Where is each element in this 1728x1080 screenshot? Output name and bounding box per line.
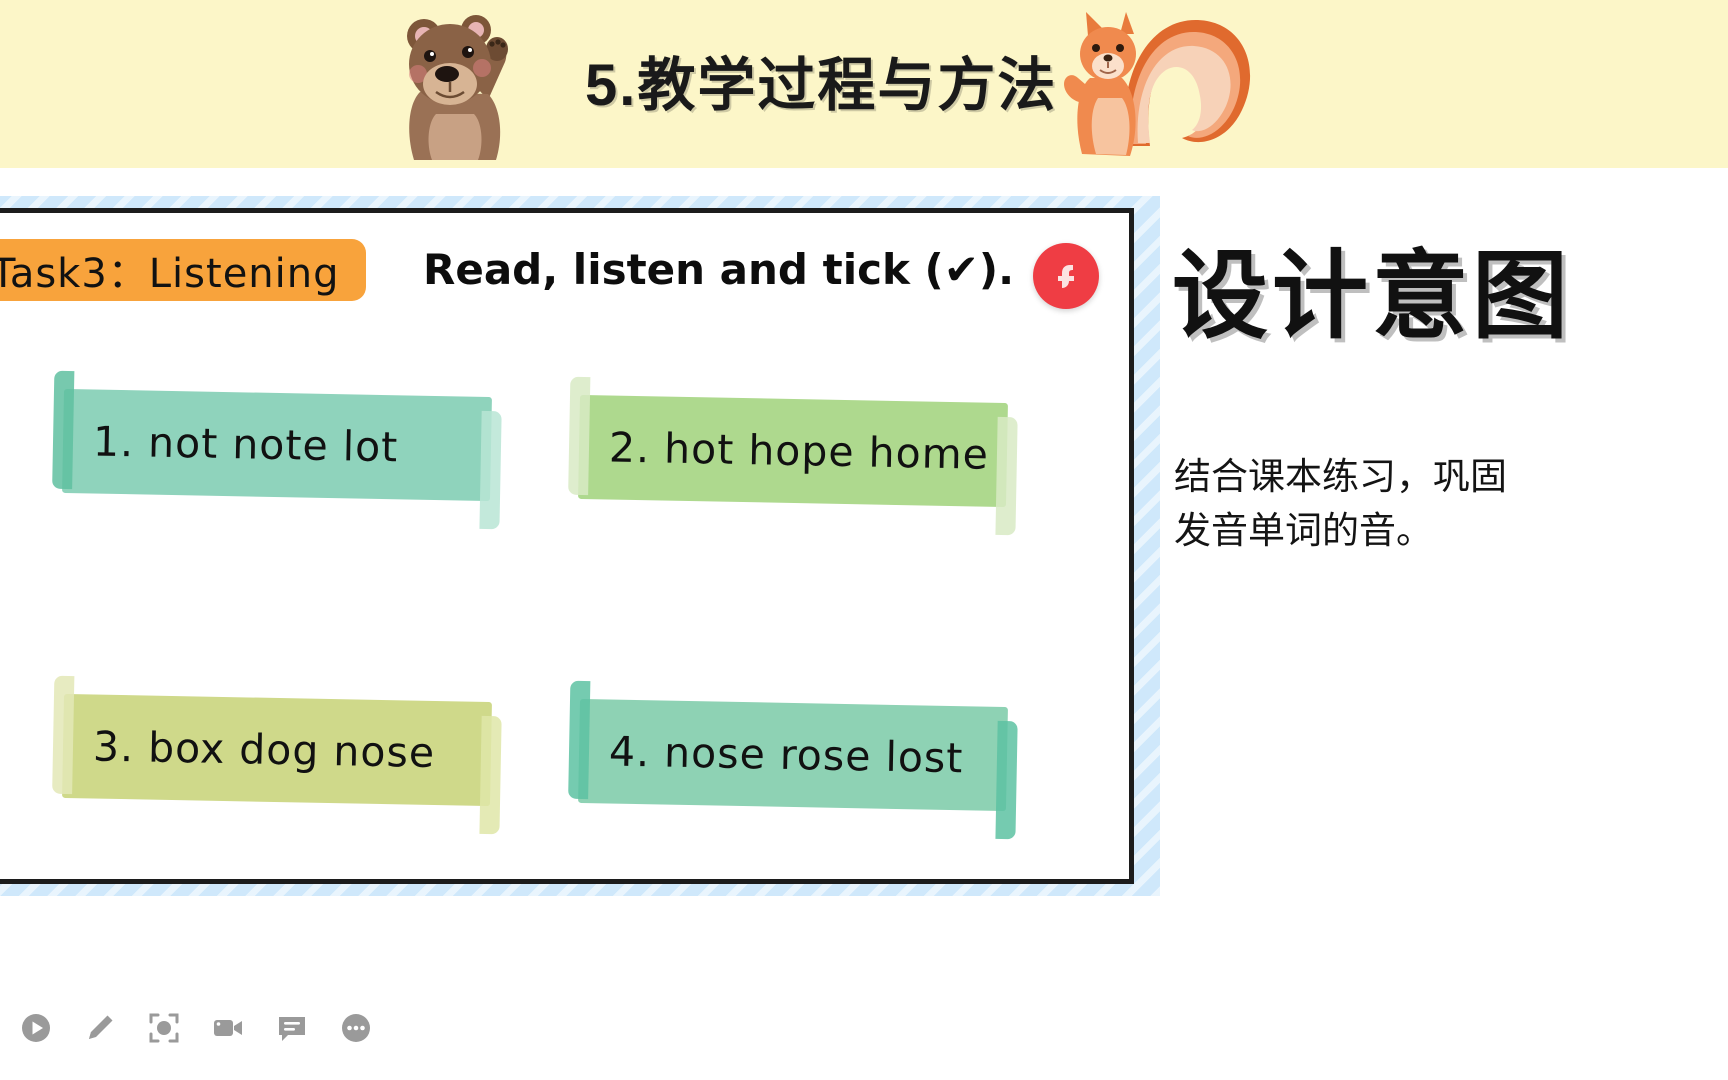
comment-icon[interactable] xyxy=(270,1006,314,1050)
task3-badge: Task3：Listening xyxy=(0,239,366,301)
word-banner-label: 3. box dog nose xyxy=(92,722,436,778)
video-icon[interactable] xyxy=(206,1006,250,1050)
page-title: 5.教学过程与方法 xyxy=(585,53,1058,118)
header-banner: 5.教学过程与方法 xyxy=(0,0,1728,168)
bottom-toolbar xyxy=(0,908,1728,1080)
bear-mascot xyxy=(407,15,508,160)
banner-tape-right xyxy=(479,410,502,530)
banner-tape-right xyxy=(995,416,1018,536)
more-icon[interactable] xyxy=(334,1006,378,1050)
word-banner[interactable]: 1. not note lot xyxy=(52,370,502,530)
design-intent-line-2: 发音单词的音。 xyxy=(1174,509,1433,551)
word-banner-label: 2. hot hope home xyxy=(608,423,990,479)
banner-tape-left xyxy=(568,680,591,800)
instruction-text: Read, listen and tick (✔). xyxy=(423,245,1015,294)
design-intent-body: 结合课本练习，巩固 发音单词的音。 xyxy=(1174,450,1728,557)
banner-tape-left xyxy=(568,376,591,496)
banner-tape-left xyxy=(52,675,75,795)
squirrel-mascot xyxy=(1064,12,1251,156)
word-banner[interactable]: 4. nose rose lost xyxy=(568,680,1018,840)
banner-tape-right xyxy=(479,715,502,835)
banner-tape-right xyxy=(995,720,1018,840)
pencil-icon[interactable] xyxy=(78,1006,122,1050)
word-banner-label: 4. nose rose lost xyxy=(608,727,964,783)
design-intent-line-1: 结合课本练习，巩固 xyxy=(1174,456,1507,497)
capture-icon[interactable] xyxy=(142,1006,186,1050)
word-banner[interactable]: 2. hot hope home xyxy=(568,376,1018,536)
word-banner-label: 1. not note lot xyxy=(92,417,399,472)
design-intent-panel: 设计意图 结合课本练习，巩固 发音单词的音。 xyxy=(1160,168,1728,908)
play-icon[interactable] xyxy=(14,1006,58,1050)
word-banner[interactable]: 3. box dog nose xyxy=(52,675,502,835)
flash-player-icon[interactable] xyxy=(1033,243,1099,309)
banner-tape-left xyxy=(52,370,75,490)
design-intent-title: 设计意图 xyxy=(1172,243,1572,350)
lesson-panel: Task3：Listening Read, listen and tick (✔… xyxy=(0,208,1134,884)
